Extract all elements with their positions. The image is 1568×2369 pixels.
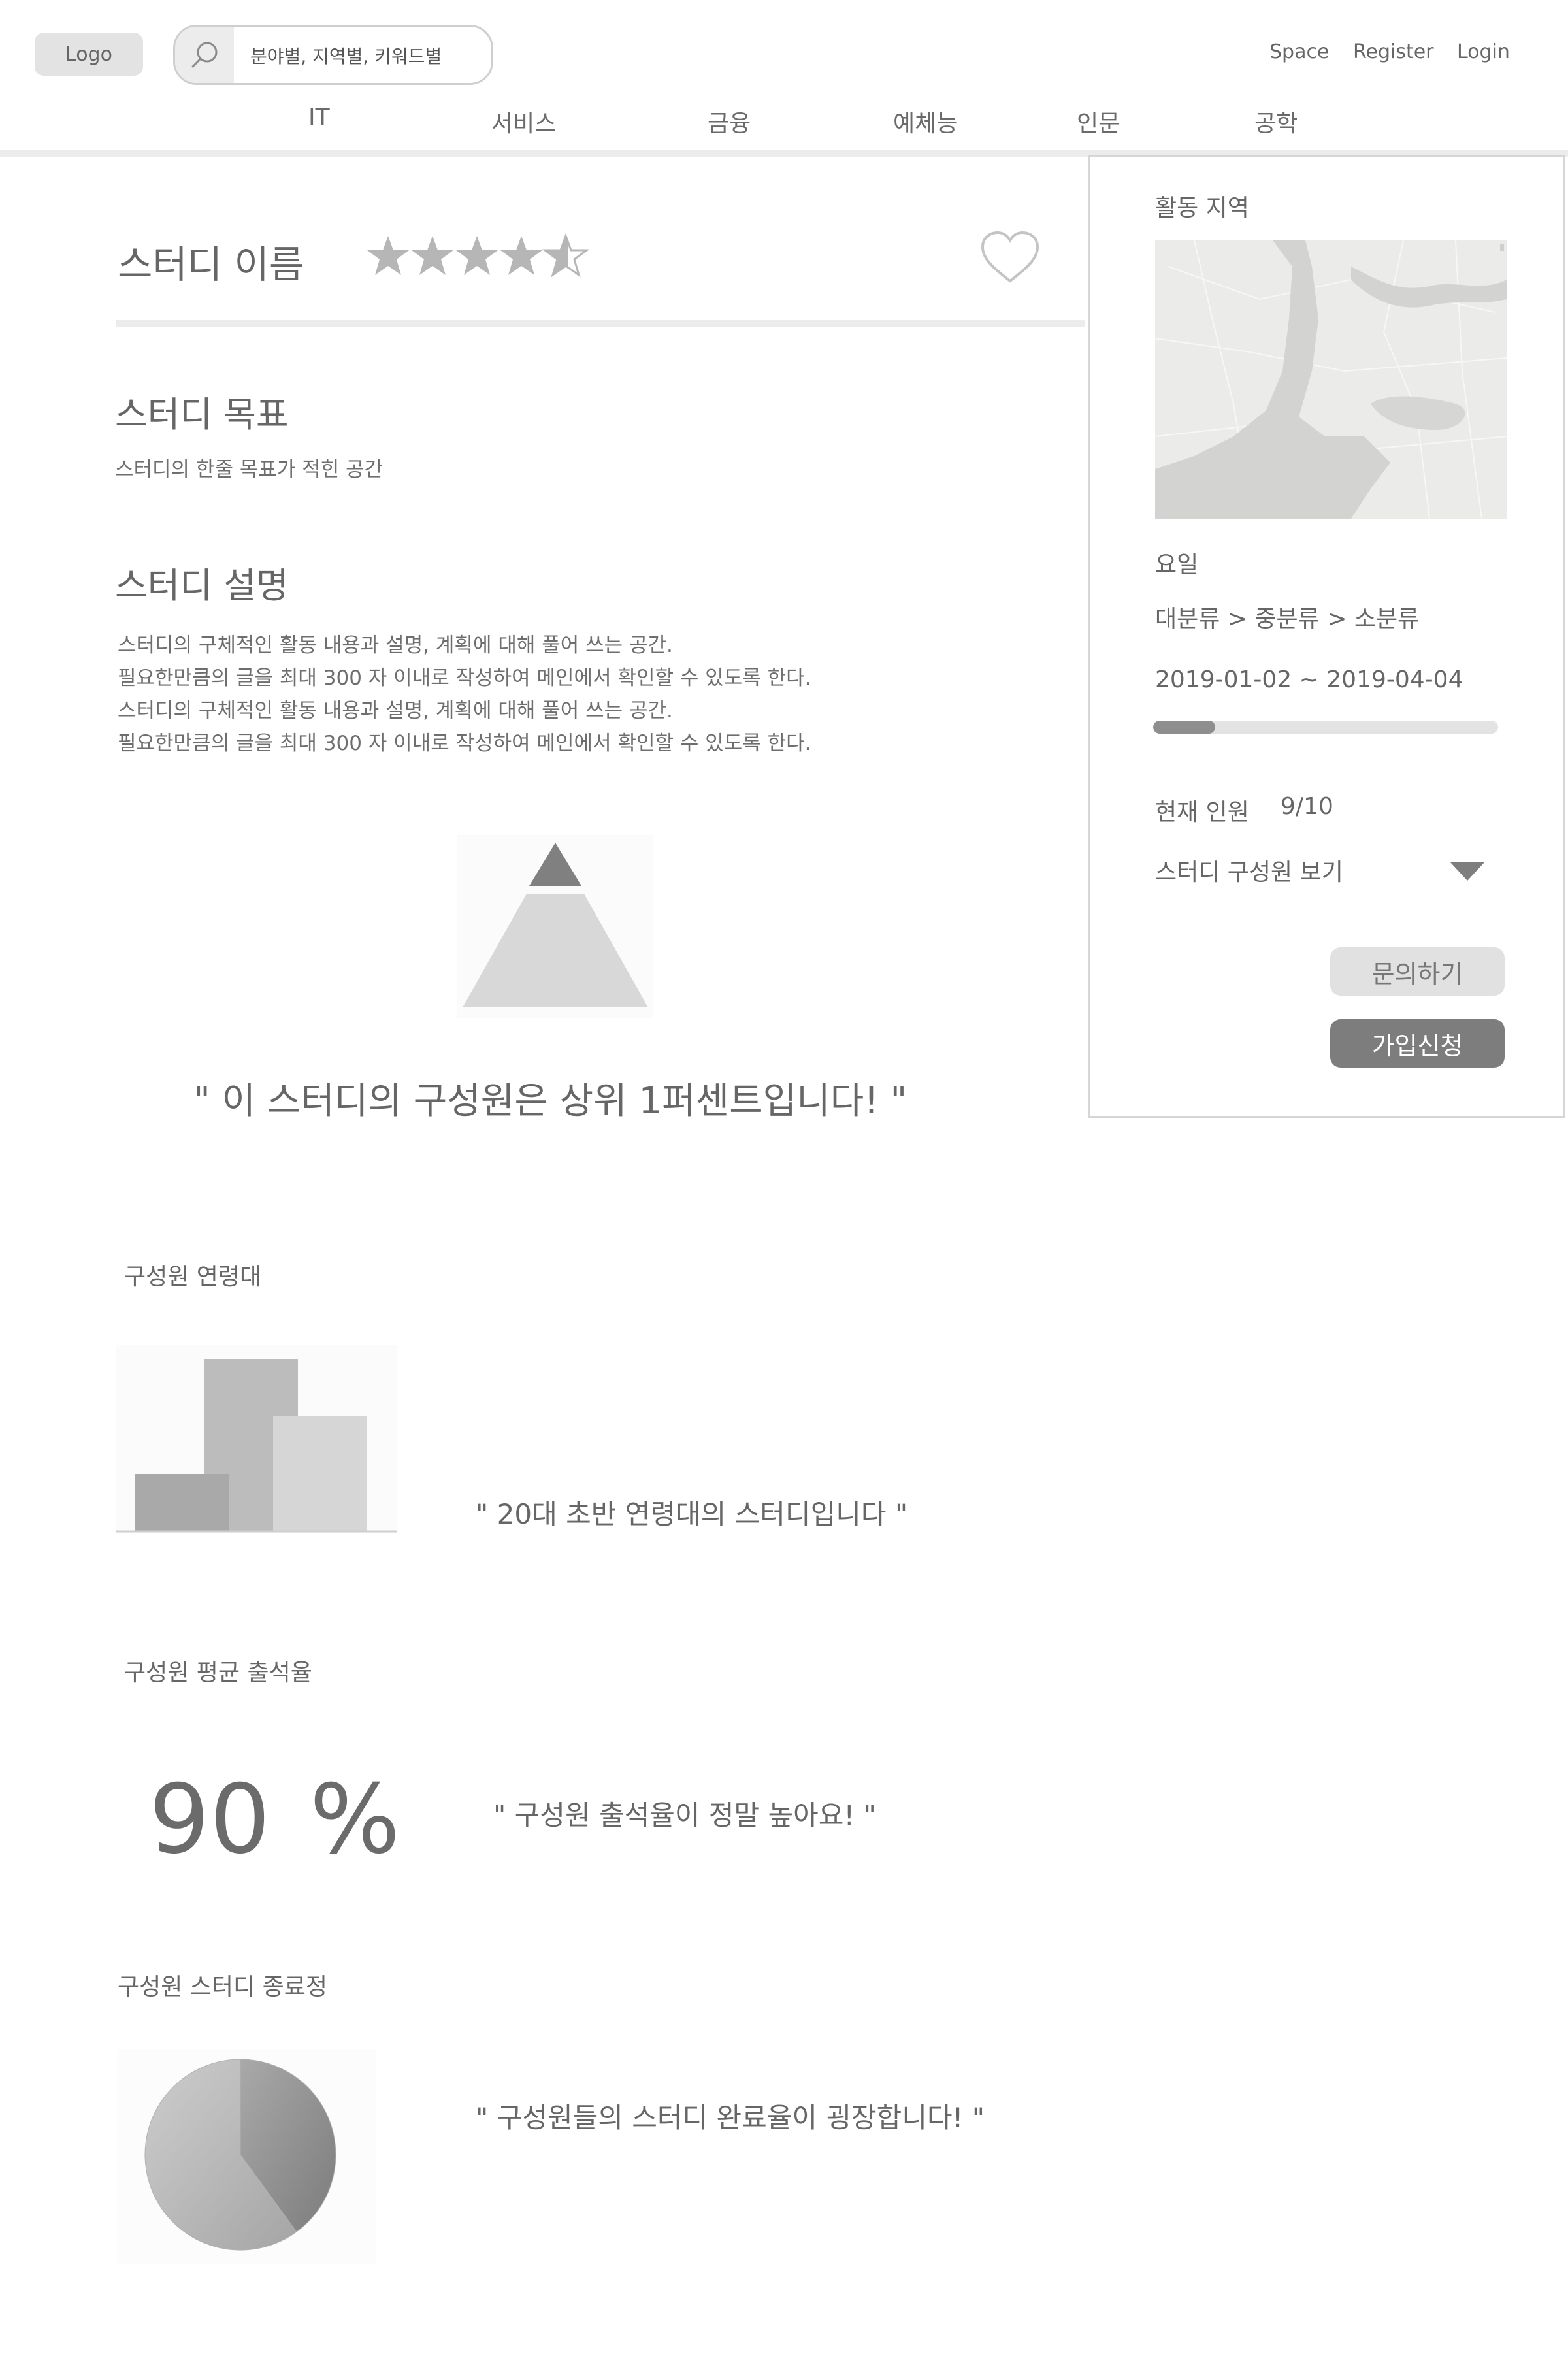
location-label: 활동 지역 (1155, 195, 1249, 219)
description-line: 필요한만큼의 글을 최대 300 자 이내로 작성하여 메인에서 확인할 수 있… (118, 732, 811, 755)
search-bar[interactable]: 분야별, 지역별, 키워드별 (173, 25, 493, 85)
chevron-down-icon[interactable] (1449, 860, 1486, 883)
completion-quote: " 구성원들의 스터디 완료율이 굉장합니다! " (476, 2102, 985, 2134)
goal-heading: 스터디 목표 (115, 394, 289, 435)
nav-item-finance[interactable]: 금융 (708, 105, 751, 139)
login-link[interactable]: Login (1457, 41, 1510, 63)
age-bar (273, 1416, 367, 1531)
date-range: 2019-01-02 ~ 2019-04-04 (1155, 666, 1463, 693)
star-icon (500, 236, 542, 275)
logo[interactable]: Logo (35, 33, 143, 76)
rank-quote: " 이 스터디의 구성원은 상위 1퍼센트입니다! " (193, 1080, 907, 1122)
inquiry-button[interactable]: 문의하기 (1330, 947, 1505, 996)
description-line: 필요한만큼의 글을 최대 300 자 이내로 작성하여 메인에서 확인할 수 있… (118, 666, 811, 690)
members-toggle[interactable]: 스터디 구성원 보기 (1154, 853, 1494, 887)
study-title: 스터디 이름 (118, 242, 304, 287)
age-bar-chart (116, 1345, 397, 1533)
rank-pyramid-icon (457, 835, 653, 1021)
members-count: 9/10 (1281, 793, 1333, 820)
star-icon (412, 236, 453, 275)
nav-item-arts-sports[interactable]: 예체능 (893, 105, 958, 139)
members-toggle-label: 스터디 구성원 보기 (1155, 859, 1343, 886)
completion-label: 구성원 스터디 종료정 (118, 1974, 327, 2001)
heart-icon[interactable] (980, 230, 1040, 287)
day-label: 요일 (1155, 551, 1199, 578)
attendance-value: 90% (149, 1764, 400, 1875)
description-line: 스터디의 구체적인 활동 내용과 설명, 계획에 대해 풀어 쓰는 공간. (118, 699, 673, 723)
age-bar (135, 1474, 229, 1531)
members-label: 현재 인원 (1155, 799, 1249, 826)
star-icon (367, 236, 409, 275)
star-icon (456, 236, 498, 275)
register-link[interactable]: Register (1353, 41, 1434, 63)
attendance-unit: % (309, 1764, 400, 1875)
nav-item-it[interactable]: IT (308, 105, 330, 131)
completion-pie-chart (118, 2049, 376, 2264)
space-link[interactable]: Space (1269, 41, 1329, 63)
rating-stars (366, 232, 591, 287)
period-progress-bar (1153, 721, 1498, 734)
attendance-quote: " 구성원 출석율이 정말 높아요! " (493, 1799, 876, 1831)
age-label: 구성원 연령대 (124, 1264, 262, 1290)
category-path: 대분류 > 중분류 > 소분류 (1155, 606, 1420, 632)
attendance-label: 구성원 평균 출석율 (124, 1659, 312, 1686)
location-map[interactable] (1155, 240, 1507, 519)
age-quote: " 20대 초반 연령대의 스터디입니다 " (476, 1498, 908, 1530)
join-button[interactable]: 가입신청 (1330, 1019, 1505, 1068)
goal-text: 스터디의 한줄 목표가 적힌 공간 (115, 458, 384, 482)
description-heading: 스터디 설명 (115, 565, 289, 606)
search-input[interactable]: 분야별, 지역별, 키워드별 (250, 42, 442, 69)
description-text: 스터디의 구체적인 활동 내용과 설명, 계획에 대해 풀어 쓰는 공간. 필요… (118, 629, 811, 760)
period-progress-fill (1153, 721, 1216, 734)
nav-item-humanities[interactable]: 인문 (1077, 105, 1120, 139)
nav-item-engineering[interactable]: 공학 (1254, 105, 1298, 139)
attendance-number: 90 (149, 1764, 270, 1875)
title-divider (116, 320, 1085, 327)
nav-item-service[interactable]: 서비스 (491, 105, 556, 139)
description-line: 스터디의 구체적인 활동 내용과 설명, 계획에 대해 풀어 쓰는 공간. (118, 634, 673, 657)
search-icon[interactable] (175, 27, 234, 83)
